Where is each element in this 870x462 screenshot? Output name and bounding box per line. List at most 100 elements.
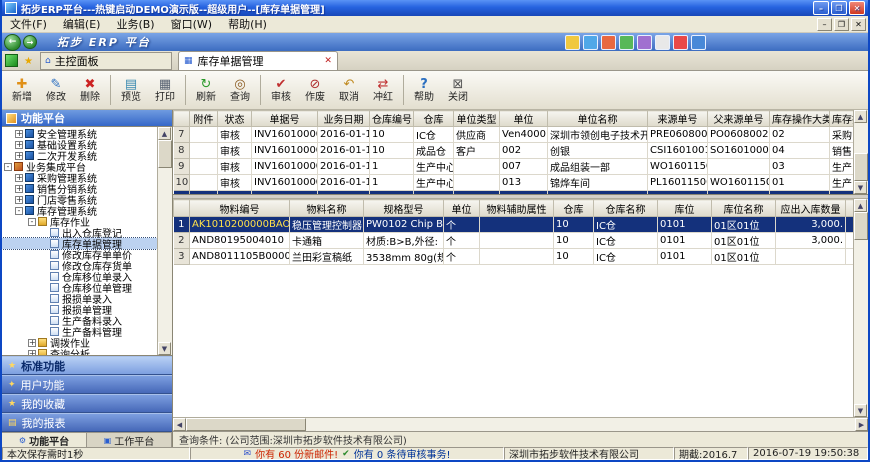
cell[interactable]: [190, 175, 218, 191]
back-button[interactable]: ←: [4, 34, 21, 51]
column-header[interactable]: 物料编号: [190, 200, 290, 217]
close-button[interactable]: ✕: [849, 1, 865, 15]
cell[interactable]: [846, 217, 854, 233]
toolbar-button-audit[interactable]: ✔审核: [264, 73, 298, 107]
cell[interactable]: 采购: [830, 191, 854, 195]
cell[interactable]: [454, 175, 500, 191]
column-header[interactable]: 状态: [218, 111, 252, 127]
column-header[interactable]: 业务日期: [318, 111, 370, 127]
scrollbar-thumb[interactable]: [186, 418, 306, 431]
cell[interactable]: 10: [554, 233, 594, 249]
calculator-icon[interactable]: [565, 35, 580, 50]
mail-icon[interactable]: [619, 35, 634, 50]
cell[interactable]: 007: [500, 159, 548, 175]
row-number[interactable]: 9: [174, 159, 190, 175]
cell[interactable]: 审核: [218, 143, 252, 159]
cell[interactable]: [454, 159, 500, 175]
toolbar-button-search[interactable]: ◎查询: [223, 73, 257, 107]
scrollbar-thumb[interactable]: [854, 212, 868, 240]
cell[interactable]: PL1601150001: [648, 175, 708, 191]
cell[interactable]: 客户: [454, 143, 500, 159]
menu-help[interactable]: 帮助(H): [220, 16, 275, 32]
sidebar-button-standard-functions[interactable]: ★标准功能: [2, 356, 172, 375]
cell[interactable]: [190, 143, 218, 159]
cell[interactable]: 01: [770, 175, 830, 191]
cell[interactable]: [480, 249, 554, 265]
column-header[interactable]: 仓库: [554, 200, 594, 217]
row-number[interactable]: 2: [174, 233, 190, 249]
column-header[interactable]: 应出入库数量: [776, 200, 846, 217]
cell[interactable]: 个: [444, 233, 480, 249]
row-number[interactable]: 1: [174, 217, 190, 233]
row-number[interactable]: 7: [174, 127, 190, 143]
cell[interactable]: 2016-01-15: [318, 191, 370, 195]
column-header[interactable]: 单据号: [252, 111, 318, 127]
table-row[interactable]: 8审核INV1601000032016-01-1510成品仓客户002创银CSI…: [174, 143, 854, 159]
column-header[interactable]: 单位类型: [454, 111, 500, 127]
cell[interactable]: 深圳市领创电子技术开发有限公司: [548, 127, 648, 143]
cell[interactable]: Ven40001: [500, 127, 548, 143]
toolbar-button-refresh[interactable]: ↻刷新: [189, 73, 223, 107]
expander-icon[interactable]: -: [4, 163, 12, 171]
row-number[interactable]: 11: [174, 191, 190, 195]
scroll-up-button[interactable]: ▲: [854, 199, 867, 212]
world-icon[interactable]: [691, 35, 706, 50]
cell[interactable]: [708, 159, 770, 175]
expander-icon[interactable]: -: [28, 218, 36, 226]
cell[interactable]: AK1010200000BAO: [190, 217, 290, 233]
toolbar-button-delete[interactable]: ✖删除: [73, 73, 107, 107]
cell[interactable]: 0101: [658, 233, 712, 249]
sidebar-button-my-reports[interactable]: ▤我的报表: [2, 413, 172, 432]
expander-icon[interactable]: +: [15, 141, 23, 149]
cell[interactable]: IC仓: [594, 249, 658, 265]
chart-icon[interactable]: [637, 35, 652, 50]
cell[interactable]: 2016-01-18: [318, 127, 370, 143]
cell[interactable]: 成品仓: [414, 143, 454, 159]
toolbar-button-edit[interactable]: ✎修改: [39, 73, 73, 107]
scrollbar-track[interactable]: [306, 418, 855, 431]
scroll-up-button[interactable]: ▲: [854, 110, 867, 123]
cell[interactable]: 个: [444, 217, 480, 233]
expander-icon[interactable]: +: [15, 196, 23, 204]
cell[interactable]: [708, 191, 770, 195]
expander-icon[interactable]: +: [28, 350, 36, 356]
cell[interactable]: 卡通箱: [290, 233, 364, 249]
cell[interactable]: PO06080022: [708, 127, 770, 143]
scroll-down-button[interactable]: ▼: [854, 404, 867, 417]
cell[interactable]: [776, 249, 846, 265]
toolbar-button-close[interactable]: ⊠关闭: [441, 73, 475, 107]
settings-icon[interactable]: [655, 35, 670, 50]
column-header[interactable]: 物料辅助属性: [480, 200, 554, 217]
cell[interactable]: INV160100001: [252, 175, 318, 191]
table-row[interactable]: 2AND80195004010卡通箱材质:B>B,外径:个10IC仓010101…: [174, 233, 854, 249]
cell[interactable]: 1: [370, 159, 414, 175]
cell[interactable]: 供应商: [454, 127, 500, 143]
toolbar-button-preview[interactable]: ▤预览: [114, 73, 148, 107]
cell[interactable]: 10: [370, 143, 414, 159]
cell[interactable]: 1: [370, 175, 414, 191]
cell[interactable]: Ven40001: [500, 191, 548, 195]
cell[interactable]: 3538mm 80g(规格组: [364, 249, 444, 265]
column-header[interactable]: 库位名称: [712, 200, 776, 217]
cell[interactable]: 材质:B>B,外径:: [364, 233, 444, 249]
cell[interactable]: [846, 249, 854, 265]
favorites-icon[interactable]: [5, 54, 18, 67]
column-header[interactable]: 库存操作大类: [770, 111, 830, 127]
tab-inventory-doc-mgmt[interactable]: ▦ 库存单据管理 ✕: [178, 51, 338, 70]
menu-business[interactable]: 业务(B): [108, 16, 162, 32]
cell[interactable]: 采购: [830, 127, 854, 143]
cell[interactable]: 3,000.: [776, 217, 846, 233]
cell[interactable]: 0101: [658, 249, 712, 265]
cell[interactable]: 创银: [548, 143, 648, 159]
scrollbar-track[interactable]: [854, 240, 868, 404]
toolbar-button-new[interactable]: ✚新增: [5, 73, 39, 107]
column-header[interactable]: 批号: [846, 200, 854, 217]
column-header[interactable]: [174, 111, 190, 127]
master-grid-vscrollbar[interactable]: ▲ ▼: [853, 110, 868, 194]
cell[interactable]: INV160100003: [252, 143, 318, 159]
audit-alert-text[interactable]: 你有 0 条待审核事务!: [354, 447, 451, 460]
expander-icon[interactable]: +: [15, 185, 23, 193]
column-header[interactable]: 物料名称: [290, 200, 364, 217]
toolbar-button-help[interactable]: ?帮助: [407, 73, 441, 107]
cell[interactable]: 03: [770, 159, 830, 175]
